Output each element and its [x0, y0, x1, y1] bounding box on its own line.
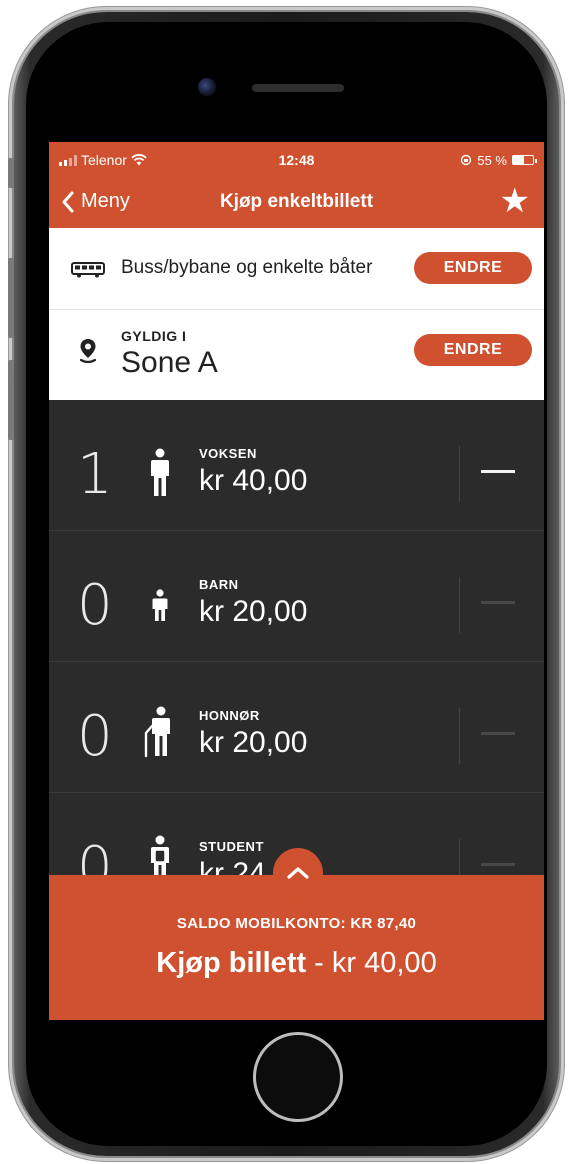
decrement-button[interactable]: [481, 470, 515, 473]
ticket-price: kr 20,00: [199, 595, 308, 628]
star-icon: ★: [499, 182, 530, 220]
ticket-quantity: 0: [77, 704, 113, 769]
buy-label: Kjøp billett: [156, 947, 307, 979]
home-button[interactable]: [253, 1032, 343, 1122]
ticket-row-adult: 1 VOKSEN kr 40,00: [49, 400, 544, 531]
zone-value: Sone A: [121, 346, 218, 379]
ticket-row-child: 0 BARN kr 20,00: [49, 531, 544, 662]
zone-label: GYLDIG I: [121, 328, 187, 344]
app-screen: Telenor 12:48 55 % Meny Kjøp enkeltbille…: [49, 142, 544, 1020]
ticket-label: VOKSEN: [199, 446, 257, 461]
senior-icon: [144, 706, 170, 758]
change-zone-button[interactable]: ENDRE: [414, 334, 532, 366]
location-pin-icon: [79, 339, 97, 364]
page-title: Kjøp enkeltbillett: [219, 191, 374, 212]
buy-ticket-button[interactable]: Kjøp billett - kr 40,00: [49, 947, 544, 980]
transport-type: Buss/bybane og enkelte båter: [121, 257, 373, 278]
change-transport-button[interactable]: ENDRE: [414, 252, 532, 284]
chevron-up-icon: [287, 867, 309, 879]
orientation-lock-icon: [461, 154, 472, 166]
account-balance: SALDO MOBILKONTO: KR 87,40: [176, 915, 417, 932]
row-divider: [459, 708, 460, 764]
battery-icon: [512, 155, 537, 165]
mute-switch: [8, 158, 14, 188]
battery-percent: 55 %: [477, 152, 507, 168]
row-divider: [459, 446, 460, 502]
bus-icon: [71, 262, 105, 278]
front-camera: [198, 78, 216, 96]
adult-icon: [151, 448, 169, 496]
ticket-price: kr 20,00: [199, 726, 308, 759]
ticket-price: kr 40,00: [199, 464, 308, 497]
transport-row: Buss/bybane og enkelte båter ENDRE: [49, 228, 544, 310]
earpiece-speaker: [252, 84, 344, 92]
status-bar: Telenor 12:48 55 %: [49, 142, 544, 178]
zone-row: GYLDIG I Sone A ENDRE: [49, 310, 544, 400]
favorite-button[interactable]: ★: [500, 184, 530, 218]
ticket-row-senior: 0 HONNØR kr 20,00: [49, 662, 544, 793]
decrement-button[interactable]: [481, 863, 515, 866]
ticket-label: BARN: [199, 577, 239, 592]
buy-separator: -: [306, 947, 332, 979]
ticket-label: HONNØR: [199, 708, 260, 723]
status-right: 55 %: [460, 152, 537, 168]
battery-fill: [513, 156, 524, 164]
buy-price: kr 40,00: [331, 947, 437, 979]
child-icon: [152, 589, 168, 621]
decrement-button[interactable]: [481, 601, 515, 604]
expand-button[interactable]: [273, 848, 323, 898]
decrement-button[interactable]: [481, 732, 515, 735]
nav-bar: Meny Kjøp enkeltbillett ★: [49, 178, 544, 228]
volume-up-button: [8, 258, 14, 338]
ticket-quantity: 1: [77, 442, 113, 507]
volume-down-button: [8, 360, 14, 440]
ticket-label: STUDENT: [199, 839, 264, 854]
ticket-quantity: 0: [77, 573, 113, 638]
ticket-list: 1 VOKSEN kr 40,00 0 BARN kr 20,00 0 HONN…: [49, 400, 544, 924]
row-divider: [459, 577, 460, 633]
ticket-options: Buss/bybane og enkelte båter ENDRE GYLDI…: [49, 228, 544, 400]
